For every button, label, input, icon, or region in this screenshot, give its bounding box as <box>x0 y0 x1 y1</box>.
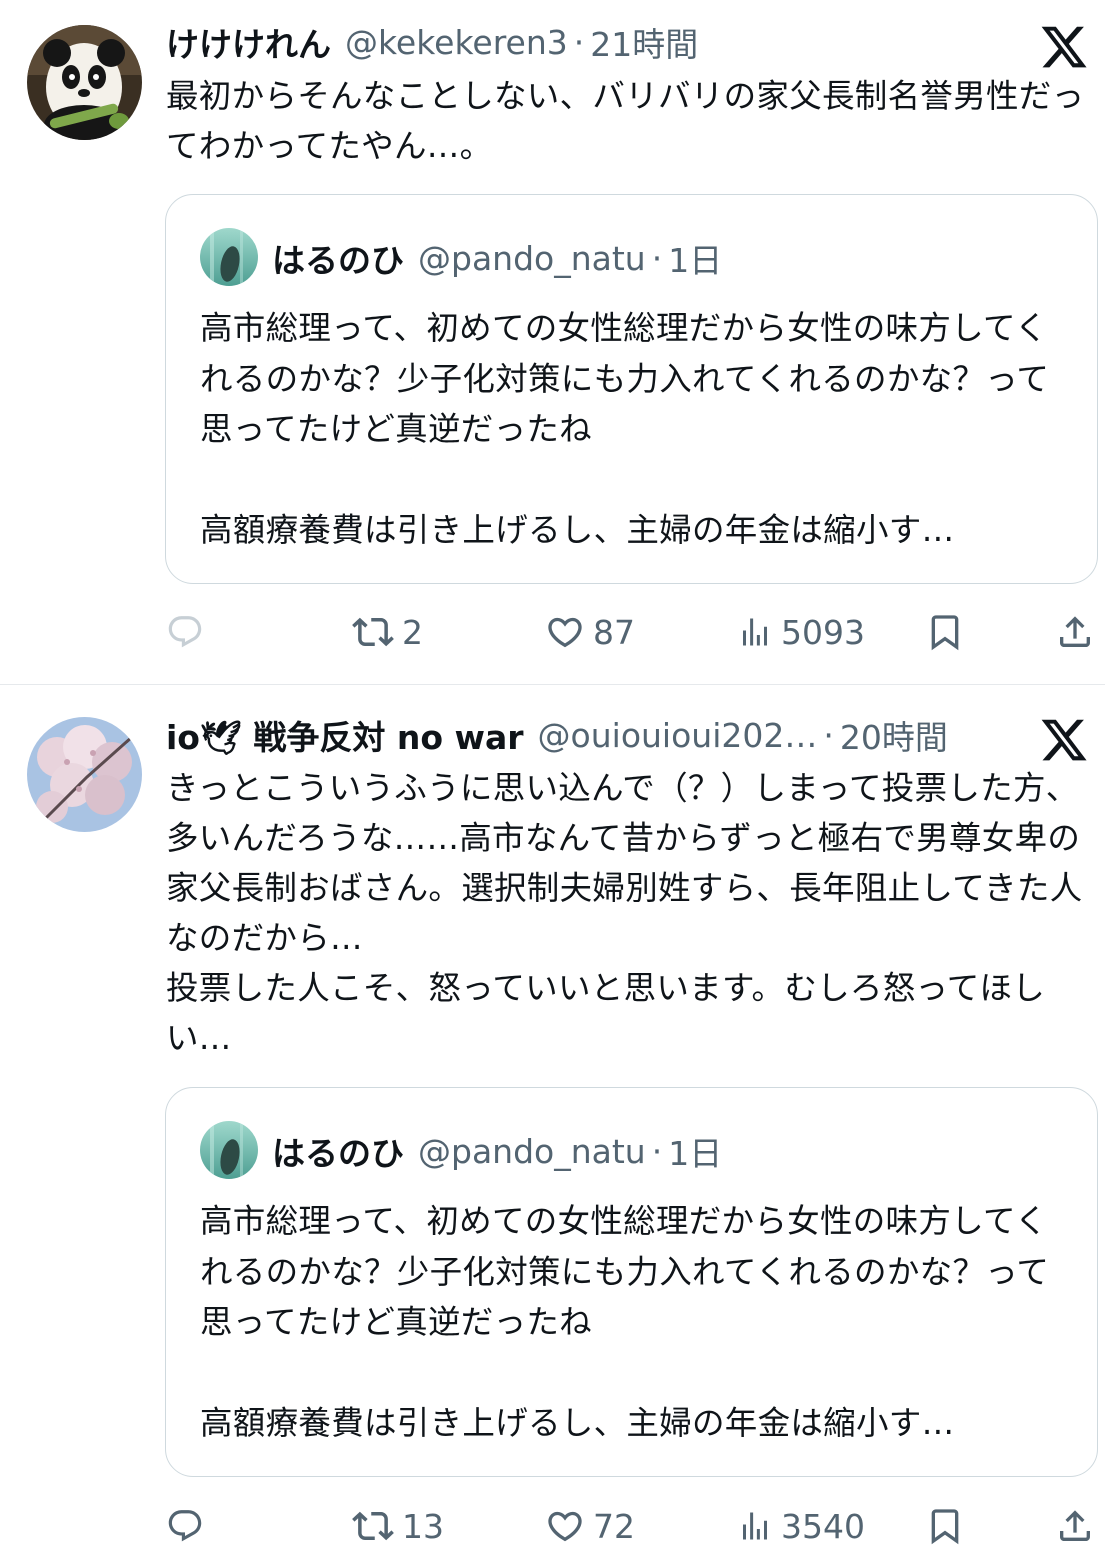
tweet[interactable]: けけけれん @kekekeren3 · 21時間 最初からそんなことしない、バリ… <box>0 0 1105 684</box>
tweet-header: けけけれん @kekekeren3 · 21時間 <box>166 17 698 67</box>
heart-icon <box>548 1511 582 1542</box>
quoted-text: 高市総理って、初めての女性総理だから女性の味方してくれるのかな？少子化対策にも力… <box>200 1202 1050 1442</box>
handle[interactable]: @ouiouioui202… <box>538 716 818 755</box>
views-button[interactable]: 5093 <box>737 607 865 657</box>
x-logo-icon[interactable] <box>1039 715 1089 765</box>
like-button[interactable]: 72 <box>545 1501 635 1551</box>
reply-icon <box>168 616 202 648</box>
cherry-blossom-avatar-icon <box>27 717 142 832</box>
bookmark-button[interactable] <box>925 607 965 657</box>
quoted-avatar[interactable] <box>200 1121 258 1179</box>
retweet-icon <box>352 1511 394 1541</box>
seal-avatar-icon <box>200 228 258 286</box>
retweet-count: 2 <box>402 612 423 652</box>
quoted-header: はるのひ @pando_natu · 1日 <box>272 233 722 283</box>
quoted-header: はるのひ @pando_natu · 1日 <box>272 1126 722 1176</box>
quoted-tweet[interactable]: はるのひ @pando_natu · 1日 高市総理って、初めての女性総理だから… <box>165 194 1098 584</box>
bookmark-icon <box>931 1509 959 1545</box>
retweet-button[interactable]: 13 <box>352 1501 444 1551</box>
views-count: 5093 <box>781 612 865 652</box>
tweet-header: io🕊 戦争反対 no war @ouiouioui202… · 20時間 <box>166 710 948 760</box>
handle[interactable]: @kekekeren3 <box>345 23 568 62</box>
quoted-tweet[interactable]: はるのひ @pando_natu · 1日 高市総理って、初めての女性総理だから… <box>165 1087 1098 1477</box>
reply-button[interactable] <box>166 607 212 657</box>
quoted-avatar[interactable] <box>200 228 258 286</box>
like-count: 72 <box>593 1506 635 1546</box>
views-count: 3540 <box>781 1506 865 1546</box>
separator: · <box>823 715 834 755</box>
share-icon <box>1060 616 1090 647</box>
share-button[interactable] <box>1055 1501 1095 1551</box>
quoted-separator: · <box>651 238 663 278</box>
retweet-icon <box>352 617 394 647</box>
tweet-text: きっとこういうふうに思い込んで（？）しまって投票した方、多いんだろうな……高市な… <box>166 769 1083 1057</box>
share-icon <box>1060 1510 1090 1541</box>
retweet-button[interactable]: 2 <box>352 607 423 657</box>
quoted-timestamp[interactable]: 1日 <box>668 1127 722 1175</box>
timestamp[interactable]: 20時間 <box>840 711 948 759</box>
reply-icon <box>168 1510 202 1542</box>
quoted-handle[interactable]: @pando_natu <box>418 239 646 278</box>
x-logo-icon[interactable] <box>1039 22 1089 72</box>
views-chart-icon <box>743 1512 767 1540</box>
quoted-timestamp[interactable]: 1日 <box>668 234 722 282</box>
quoted-display-name[interactable]: はるのひ <box>272 1127 404 1175</box>
action-bar: 2 87 5093 <box>0 607 1105 657</box>
display-name[interactable]: io🕊 戦争反対 no war <box>166 711 524 759</box>
views-button[interactable]: 3540 <box>737 1501 865 1551</box>
retweet-count: 13 <box>402 1506 444 1546</box>
like-button[interactable]: 87 <box>545 607 635 657</box>
timestamp[interactable]: 21時間 <box>590 18 698 66</box>
like-count: 87 <box>593 612 635 652</box>
heart-icon <box>548 617 582 648</box>
avatar[interactable] <box>27 717 142 832</box>
quoted-handle[interactable]: @pando_natu <box>418 1132 646 1171</box>
panda-avatar-icon <box>27 25 142 140</box>
bookmark-icon <box>931 615 959 651</box>
action-bar: 13 72 3540 <box>0 1501 1105 1551</box>
tweet-text: 最初からそんなことしない、バリバリの家父長制名誉男性だってわかってたやん…。 <box>166 77 1085 165</box>
tweet[interactable]: io🕊 戦争反対 no war @ouiouioui202… · 20時間 きっ… <box>0 685 1105 1559</box>
quoted-display-name[interactable]: はるのひ <box>272 234 404 282</box>
quoted-text: 高市総理って、初めての女性総理だから女性の味方してくれるのかな？少子化対策にも力… <box>200 309 1050 549</box>
avatar[interactable] <box>27 25 142 140</box>
share-button[interactable] <box>1055 607 1095 657</box>
display-name[interactable]: けけけれん <box>166 18 331 66</box>
seal-avatar-icon <box>200 1121 258 1179</box>
bookmark-button[interactable] <box>925 1501 965 1551</box>
reply-button[interactable] <box>166 1501 212 1551</box>
separator: · <box>573 22 585 62</box>
quoted-separator: · <box>651 1131 663 1171</box>
views-chart-icon <box>743 618 767 646</box>
